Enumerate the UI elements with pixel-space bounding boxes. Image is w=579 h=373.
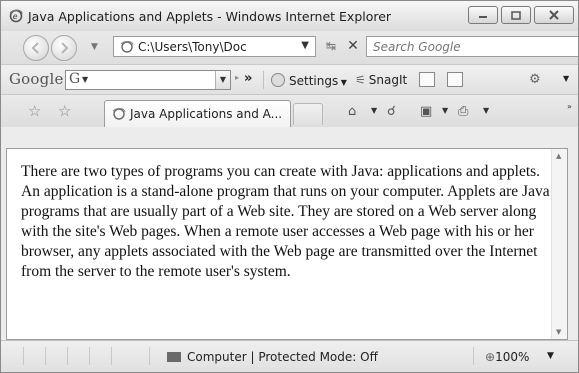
more-buttons-chevron-icon[interactable]: »: [244, 71, 252, 86]
print-dropdown-icon[interactable]: ▼: [483, 106, 489, 115]
minimize-icon: [479, 16, 487, 18]
tab-bar: ☆ ☆ Java Applications and A... ⌂ ▼ ☌ ▣ ▼…: [1, 94, 578, 127]
tools-dropdown-icon[interactable]: ▼: [563, 74, 569, 83]
address-url[interactable]: C:\Users\Tony\Doc: [138, 40, 247, 54]
tab-java-applications[interactable]: Java Applications and A...: [104, 100, 291, 127]
new-tab-button[interactable]: [293, 103, 323, 125]
google-search-box[interactable]: G ▼ ▼: [65, 70, 231, 90]
page-content: There are two types of programs you can …: [6, 148, 568, 340]
zoom-label: 100%: [495, 350, 530, 364]
maximize-button[interactable]: [501, 6, 531, 24]
settings-button[interactable]: Settings ▼: [271, 73, 347, 88]
forward-button[interactable]: [51, 35, 77, 61]
page-icon: [120, 40, 134, 53]
zoom-icon: ⊕: [485, 350, 496, 364]
back-icon: [31, 42, 39, 54]
star-icon[interactable]: ☆: [28, 102, 41, 120]
browser-window: e Java Applications and Applets - Window…: [0, 0, 579, 373]
toolbar-grip-icon: ▸: [235, 73, 240, 82]
snagit-button[interactable]: ⚟ SnagIt: [355, 73, 407, 87]
vertical-scrollbar[interactable]: ▲ ▼: [551, 149, 567, 339]
page-paragraph: There are two types of programs you can …: [21, 163, 550, 280]
read-mail-dropdown-icon[interactable]: ▼: [442, 106, 448, 115]
status-divider: [67, 347, 68, 365]
search-input[interactable]: [371, 38, 565, 55]
status-divider: [45, 347, 46, 365]
settings-dropdown-icon: ▼: [338, 78, 347, 87]
status-divider: [23, 347, 24, 365]
scroll-up-icon[interactable]: ▲: [556, 152, 561, 160]
address-dropdown[interactable]: ▼: [301, 40, 309, 51]
navigation-bar: ▼ C:\Users\Tony\Doc ▼ ↹ ✕: [1, 31, 578, 64]
search-box[interactable]: [366, 36, 578, 57]
tab-page-icon: [112, 108, 126, 120]
svg-text:e: e: [13, 12, 18, 21]
google-logo: Google: [9, 70, 64, 88]
feeds-icon[interactable]: ☌: [387, 104, 396, 119]
google-engine-dropdown[interactable]: ▼: [82, 75, 88, 84]
snagit-label: SnagIt: [368, 73, 408, 87]
title-bar: e Java Applications and Applets - Window…: [1, 1, 578, 31]
google-g-icon: G: [69, 71, 81, 87]
recent-pages-dropdown[interactable]: ▼: [91, 42, 98, 52]
back-button[interactable]: [23, 35, 49, 61]
window-controls: [468, 6, 574, 24]
status-divider: [111, 347, 112, 365]
zoom-level[interactable]: ⊕100%: [485, 350, 529, 364]
ie-icon: e: [9, 9, 23, 23]
refresh-button[interactable]: ↹: [321, 37, 341, 55]
zoom-dropdown-icon[interactable]: ▼: [547, 351, 554, 361]
minimize-button[interactable]: [468, 6, 498, 24]
read-mail-icon[interactable]: ▣: [420, 104, 432, 119]
status-bar: Computer | Protected Mode: Off ⊕100% ▼: [1, 340, 578, 372]
status-divider: [473, 347, 474, 365]
refresh-icon: ↹: [325, 39, 337, 53]
snagit-editor-icon[interactable]: [447, 72, 463, 87]
security-zone-label: Computer | Protected Mode: Off: [187, 350, 378, 364]
scroll-down-icon[interactable]: ▼: [556, 328, 561, 336]
tab-label: Java Applications and A...: [130, 107, 283, 121]
toolbar-separator: [263, 71, 264, 89]
computer-icon: [167, 352, 181, 362]
home-icon[interactable]: ⌂: [348, 104, 356, 119]
address-bar[interactable]: C:\Users\Tony\Doc ▼: [113, 36, 316, 57]
stop-button[interactable]: ✕: [344, 37, 362, 55]
close-button[interactable]: [534, 6, 574, 24]
google-toolbar: Google G ▼ ▼ ▸ » Settings ▼ ⚟ SnagIt ⚙ ▼: [1, 64, 578, 95]
stop-icon: ✕: [347, 38, 359, 54]
home-dropdown-icon[interactable]: ▼: [371, 106, 377, 115]
tools-icon[interactable]: ⚙: [529, 72, 541, 87]
security-zone[interactable]: Computer | Protected Mode: Off: [167, 350, 378, 364]
status-divider: [89, 347, 90, 365]
print-icon[interactable]: ⎙: [458, 104, 468, 119]
google-search-dropdown[interactable]: ▼: [215, 71, 230, 89]
more-commands-chevron-icon[interactable]: »: [567, 102, 572, 111]
maximize-icon: [511, 10, 521, 20]
close-icon: [549, 10, 559, 20]
window-title: Java Applications and Applets - Windows …: [28, 8, 392, 24]
add-favorite-icon[interactable]: ☆: [58, 102, 71, 120]
snagit-capture-icon[interactable]: [419, 72, 435, 87]
settings-label: Settings: [289, 74, 339, 88]
settings-icon: [271, 73, 285, 87]
forward-icon: [61, 42, 69, 54]
status-divider: [149, 347, 150, 365]
snagit-icon: ⚟: [355, 73, 366, 87]
